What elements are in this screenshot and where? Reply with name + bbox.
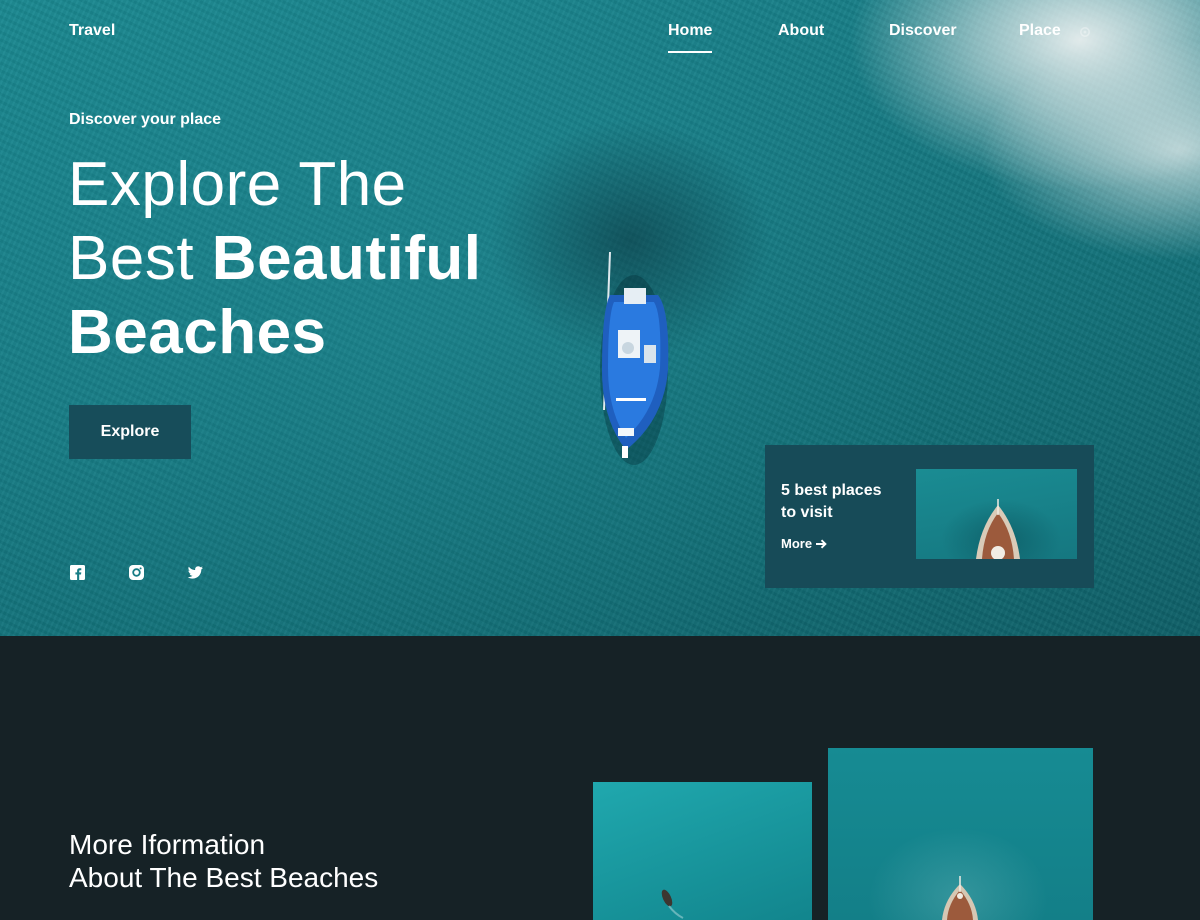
headline-line-1: Explore The bbox=[68, 150, 407, 219]
promo-card[interactable]: 5 best places to visit More bbox=[765, 445, 1094, 588]
beach-photo-boat-bow bbox=[828, 748, 1093, 920]
headline-line-3: Beaches bbox=[68, 298, 327, 367]
boat-image bbox=[600, 251, 669, 465]
info-title-line-2: About The Best Beaches bbox=[69, 862, 379, 893]
promo-card-image bbox=[916, 469, 1077, 559]
promo-card-title: 5 best places to visit bbox=[781, 480, 901, 524]
nav-item-about[interactable]: About bbox=[778, 22, 824, 40]
headline-line-2-light: Best bbox=[68, 224, 212, 293]
info-title-line-1: More Iformation bbox=[69, 829, 266, 860]
hero-headline: Explore The Best Beautiful Beaches bbox=[68, 148, 482, 370]
nav-item-place[interactable]: Place bbox=[1019, 22, 1061, 40]
twitter-icon[interactable] bbox=[187, 564, 204, 581]
info-section-title: More Iformation About The Best Beaches bbox=[69, 828, 378, 894]
beach-photo-small-boat bbox=[593, 782, 812, 920]
hero-tagline: Discover your place bbox=[69, 111, 222, 128]
brand-logo[interactable]: Travel bbox=[69, 22, 115, 40]
nav-item-home[interactable]: Home bbox=[668, 22, 713, 53]
boat-bow-image bbox=[942, 876, 978, 920]
boat-bow-image bbox=[976, 499, 1020, 559]
arrow-right-icon bbox=[816, 539, 827, 548]
more-link[interactable]: More bbox=[781, 536, 827, 551]
promo-card-title-line-2: to visit bbox=[781, 504, 833, 521]
small-boat-image bbox=[661, 889, 684, 919]
facebook-icon[interactable] bbox=[69, 564, 86, 581]
headline-line-2-bold: Beautiful bbox=[211, 224, 482, 293]
explore-button[interactable]: Explore bbox=[69, 405, 191, 459]
settings-icon[interactable] bbox=[1078, 25, 1092, 39]
promo-card-title-line-1: 5 best places bbox=[781, 482, 882, 499]
more-link-label: More bbox=[781, 536, 813, 551]
nav-item-discover[interactable]: Discover bbox=[889, 22, 957, 40]
hero-section: Travel Home About Discover Place Discove… bbox=[0, 0, 1200, 636]
instagram-icon[interactable] bbox=[128, 564, 145, 581]
